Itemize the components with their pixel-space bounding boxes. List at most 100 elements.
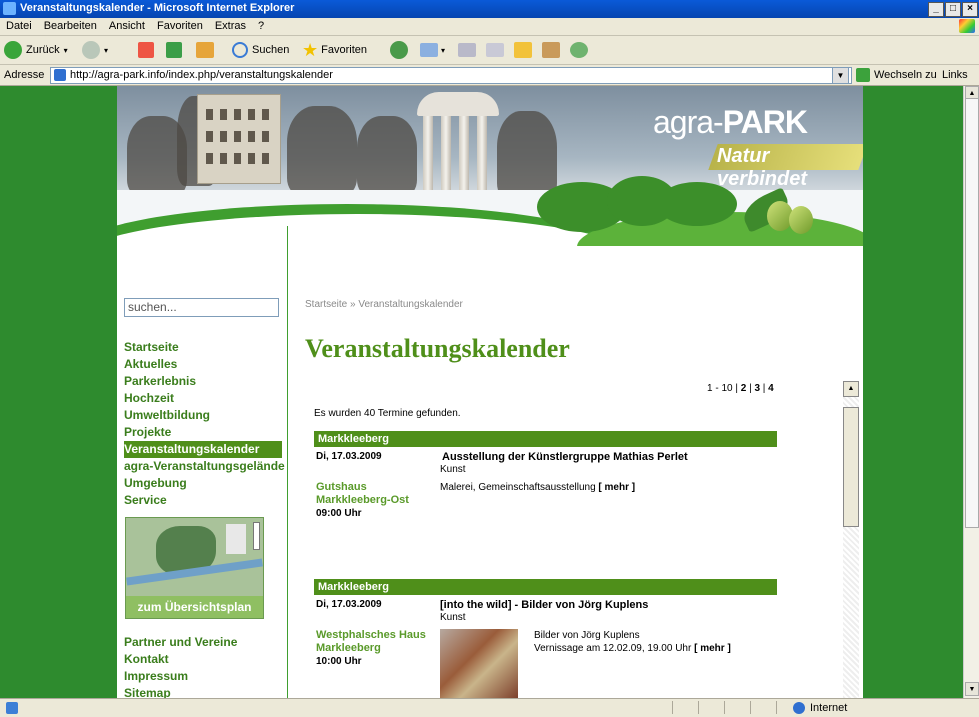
event-place-header: Markkleeberg bbox=[314, 579, 777, 595]
minimize-button[interactable]: _ bbox=[928, 2, 944, 17]
address-input[interactable]: http://agra-park.info/index.php/veransta… bbox=[50, 67, 852, 84]
event-location-text: Gutshaus Markkleeberg-Ost bbox=[316, 481, 409, 506]
park-map-thumbnail bbox=[126, 518, 263, 596]
nav-item-impressum[interactable]: Impressum bbox=[124, 668, 237, 685]
forward-button[interactable]: ▾ bbox=[82, 40, 108, 60]
security-zone-label: Internet bbox=[810, 702, 848, 714]
page-status-icon bbox=[6, 702, 18, 714]
pager-link-3[interactable]: 3 bbox=[754, 383, 760, 394]
menu-datei[interactable]: Datei bbox=[0, 18, 38, 34]
refresh-icon bbox=[166, 42, 182, 58]
home-button[interactable] bbox=[196, 40, 214, 60]
palace-building bbox=[197, 94, 281, 184]
mail-button[interactable]: ▾ bbox=[420, 40, 445, 60]
nav-item-aktuelles[interactable]: Aktuelles bbox=[124, 356, 285, 373]
address-bar: Adresse http://agra-park.info/index.php/… bbox=[0, 65, 979, 86]
address-url: http://agra-park.info/index.php/veransta… bbox=[70, 69, 333, 81]
event-description: Malerei, Gemeinschaftsausstellung [ mehr… bbox=[440, 481, 635, 494]
nav-item-sitemap[interactable]: Sitemap bbox=[124, 685, 237, 698]
scroll-down-icon[interactable]: ▼ bbox=[965, 682, 979, 696]
messenger-button[interactable] bbox=[570, 40, 588, 60]
back-button[interactable]: Zurück ▾ bbox=[4, 40, 68, 60]
more-link[interactable]: [ mehr ] bbox=[598, 482, 635, 493]
site-logo[interactable]: agra-PARK bbox=[653, 104, 808, 141]
nav-item-parkerlebnis[interactable]: Parkerlebnis bbox=[124, 373, 285, 390]
search-input[interactable]: suchen... bbox=[124, 298, 279, 317]
menu-extras[interactable]: Extras bbox=[209, 18, 252, 34]
event-title[interactable]: Ausstellung der Künstlergruppe Mathias P… bbox=[442, 451, 688, 463]
event-description-text: Malerei, Gemeinschaftsausstellung bbox=[440, 482, 596, 493]
temple-columns bbox=[417, 92, 499, 202]
status-divider bbox=[750, 701, 751, 714]
event-title[interactable]: [into the wild] - Bilder von Jörg Kuplen… bbox=[440, 599, 648, 611]
go-button[interactable]: Wechseln zu bbox=[874, 69, 937, 81]
maximize-button[interactable]: □ bbox=[945, 2, 961, 17]
search-button[interactable]: Suchen bbox=[232, 40, 289, 60]
pager-link-4[interactable]: 4 bbox=[768, 383, 774, 394]
scroll-up-icon[interactable]: ▲ bbox=[843, 381, 859, 397]
address-label: Adresse bbox=[4, 69, 45, 81]
logo-strong: PARK bbox=[722, 104, 808, 140]
nav-item-startseite[interactable]: Startseite bbox=[124, 339, 285, 356]
header-banner: agra-PARK Natur verbindet bbox=[117, 86, 863, 246]
browser-scrollbar[interactable]: ▲ ▼ bbox=[963, 86, 979, 698]
menu-ansicht[interactable]: Ansicht bbox=[103, 18, 151, 34]
windows-logo-icon bbox=[959, 19, 975, 33]
tree-shape bbox=[357, 116, 417, 196]
page-title: Veranstaltungskalender bbox=[305, 334, 570, 363]
nav-item-projekte[interactable]: Projekte bbox=[124, 424, 285, 441]
menu-bearbeiten[interactable]: Bearbeiten bbox=[38, 18, 103, 34]
nav-item-hochzeit[interactable]: Hochzeit bbox=[124, 390, 285, 407]
nav-item-veranstaltungsgelaende[interactable]: agra-Veranstaltungsgelände bbox=[124, 458, 285, 475]
home-icon bbox=[196, 42, 214, 58]
pager-link-2[interactable]: 2 bbox=[741, 383, 747, 394]
forward-arrow-icon bbox=[82, 41, 100, 59]
nav-item-veranstaltungskalender[interactable]: Veranstaltungskalender bbox=[124, 441, 282, 458]
edit-button[interactable] bbox=[486, 40, 504, 60]
folder-icon bbox=[514, 42, 532, 58]
nav-item-kontakt[interactable]: Kontakt bbox=[124, 651, 237, 668]
sidebar: suchen... Startseite Aktuelles Parkerleb… bbox=[117, 246, 287, 698]
ie-icon bbox=[3, 2, 16, 15]
event-location[interactable]: Westphalsches Haus Markleeberg 10:00 Uhr bbox=[316, 629, 436, 668]
notes-button[interactable] bbox=[514, 40, 532, 60]
go-arrow-icon[interactable] bbox=[856, 68, 870, 82]
event-date: Di, 17.03.2009 bbox=[316, 599, 382, 610]
chevron-down-icon: ▾ bbox=[63, 45, 68, 55]
stop-button[interactable] bbox=[138, 40, 154, 60]
print-button[interactable] bbox=[458, 40, 476, 60]
secondary-nav: Partner und Vereine Kontakt Impressum Si… bbox=[124, 634, 237, 698]
refresh-button[interactable] bbox=[166, 40, 182, 60]
event-description-line2: Vernissage am 12.02.09, 19.00 Uhr bbox=[534, 643, 692, 654]
nav-item-service[interactable]: Service bbox=[124, 492, 285, 509]
edit-icon bbox=[486, 43, 504, 57]
event-image[interactable] bbox=[440, 629, 518, 698]
menu-help[interactable]: ? bbox=[252, 18, 270, 34]
event-date: Di, 17.03.2009 bbox=[316, 451, 382, 462]
scroll-thumb[interactable] bbox=[843, 407, 859, 527]
address-dropdown[interactable]: ▼ bbox=[832, 67, 849, 84]
nav-item-partner[interactable]: Partner und Vereine bbox=[124, 634, 237, 651]
close-button[interactable]: × bbox=[962, 2, 978, 17]
status-divider bbox=[672, 701, 673, 714]
back-label: Zurück bbox=[26, 44, 60, 56]
tree-shape bbox=[497, 111, 557, 201]
more-link[interactable]: [ mehr ] bbox=[694, 643, 731, 654]
research-button[interactable] bbox=[542, 40, 560, 60]
park-map-link[interactable]: zum Übersichtsplan bbox=[125, 517, 264, 619]
favorites-button[interactable]: ★ Favoriten bbox=[302, 40, 367, 60]
result-count: Es wurden 40 Termine gefunden. bbox=[314, 408, 461, 419]
nav-item-umgebung[interactable]: Umgebung bbox=[124, 475, 285, 492]
logo-prefix: agra- bbox=[653, 104, 724, 140]
menu-favoriten[interactable]: Favoriten bbox=[151, 18, 209, 34]
event-category: Kunst bbox=[440, 464, 466, 475]
content-scrollbar[interactable]: ▲ bbox=[843, 381, 859, 698]
event-location[interactable]: Gutshaus Markkleeberg-Ost 09:00 Uhr bbox=[316, 481, 436, 520]
links-button[interactable]: Links bbox=[942, 69, 968, 81]
window-title: Veranstaltungskalender - Microsoft Inter… bbox=[20, 2, 295, 14]
history-button[interactable] bbox=[390, 40, 408, 60]
nav-item-umweltbildung[interactable]: Umweltbildung bbox=[124, 407, 285, 424]
favorites-label: Favoriten bbox=[321, 44, 367, 56]
event-time: 10:00 Uhr bbox=[316, 656, 362, 667]
scroll-thumb[interactable] bbox=[965, 98, 979, 528]
